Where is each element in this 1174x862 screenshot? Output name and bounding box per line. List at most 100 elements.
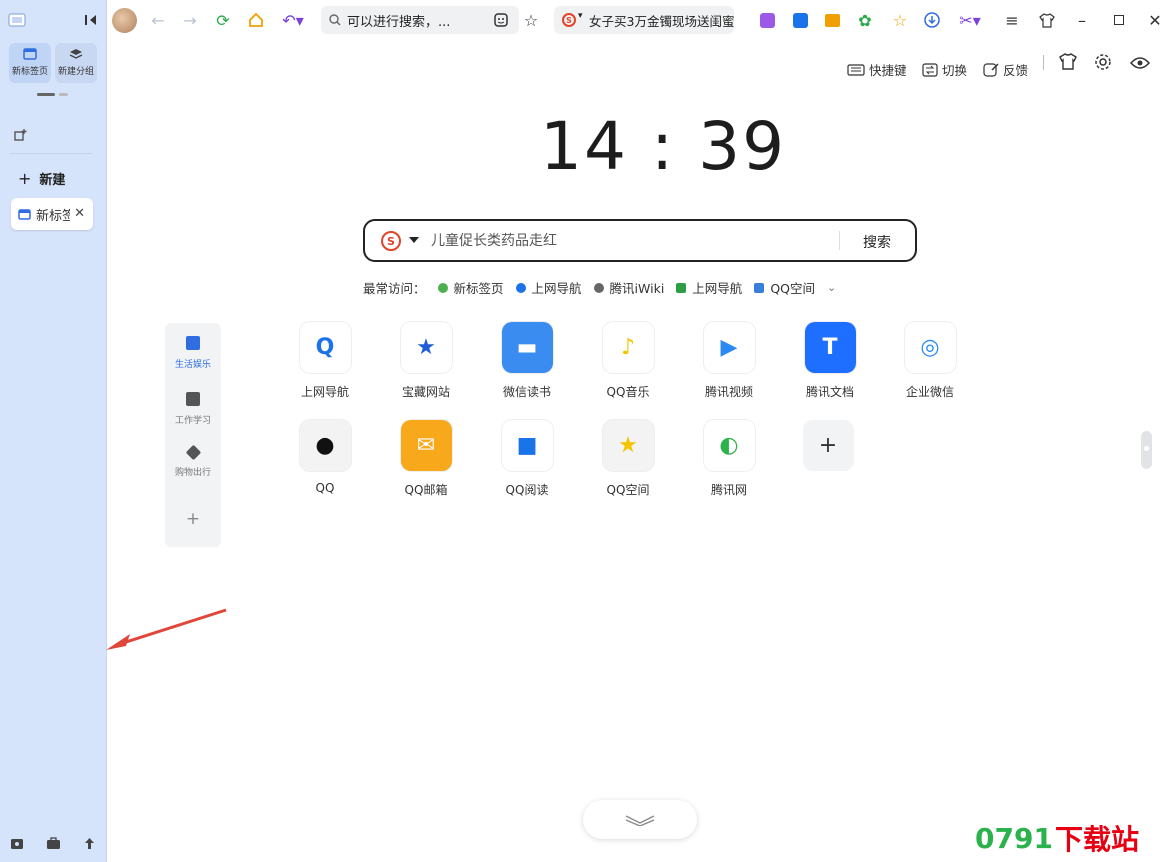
search-input[interactable] <box>431 229 831 252</box>
qzone-star-icon: ★ <box>602 420 654 471</box>
frequent-item-label: 新标签页 <box>453 281 504 296</box>
favorite-star-icon[interactable]: ☆ <box>522 11 540 30</box>
address-bar[interactable]: 可以进行搜索，... <box>321 6 519 34</box>
frequent-item-label: QQ空间 <box>770 281 815 296</box>
app-tile[interactable]: ✉ QQ邮箱 <box>386 420 466 498</box>
new-tab-page-label: 新标签页 <box>11 67 48 77</box>
home-icon[interactable] <box>247 11 265 29</box>
expand-chevron-icon[interactable]: ⌄ <box>827 281 836 294</box>
shortcut-label: 快捷键 <box>869 63 907 78</box>
pin-icon[interactable] <box>83 837 96 850</box>
plus-icon: + <box>18 169 32 188</box>
file-icon[interactable] <box>823 11 841 29</box>
add-app-icon[interactable] <box>14 127 28 146</box>
app-name: 企业微信 <box>905 385 954 399</box>
scroll-handle[interactable] <box>1141 431 1152 469</box>
frequent-item[interactable]: 上网导航 <box>676 278 742 297</box>
favicon-icon <box>593 282 604 293</box>
window-icon[interactable] <box>6 11 28 29</box>
folder-icon[interactable] <box>10 837 24 850</box>
app-tile[interactable]: ● QQ <box>285 420 365 495</box>
puzzle-icon[interactable]: ✿ <box>856 11 874 30</box>
maximize-icon[interactable] <box>1110 11 1128 29</box>
app-tile[interactable]: T 腾讯文档 <box>790 322 870 400</box>
app-tile[interactable]: ▶ 腾讯视频 <box>689 322 769 400</box>
avatar[interactable] <box>112 8 137 33</box>
switch-button[interactable]: 切换 <box>922 60 967 79</box>
minimize-icon[interactable]: – <box>1073 11 1091 30</box>
app-tile[interactable]: Q 上网导航 <box>285 322 365 400</box>
frequent-item[interactable]: 上网导航 <box>515 278 582 297</box>
close-window-icon[interactable]: ✕ <box>1146 11 1164 30</box>
category-work[interactable]: 工作学习 <box>165 392 221 426</box>
app-name: 腾讯视频 <box>704 385 753 399</box>
category-shopping[interactable]: 购物出行 <box>165 444 221 478</box>
app-tile[interactable]: ★ QQ空间 <box>588 420 668 498</box>
app-name: QQ音乐 <box>606 385 650 399</box>
frequent-item-label: 腾讯iWiki <box>609 281 665 296</box>
menu-icon[interactable]: ≡ <box>1003 11 1021 30</box>
annotation-arrow-icon <box>106 608 227 650</box>
scroll-down-button[interactable] <box>583 800 697 839</box>
favicon-icon <box>676 282 687 293</box>
frequent-item[interactable]: 腾讯iWiki <box>593 278 665 297</box>
search-divider <box>839 231 840 250</box>
entertainment-icon <box>186 336 200 350</box>
bookmark-star-icon[interactable]: ☆ <box>891 11 909 30</box>
app-tile[interactable]: ▬ 微信读书 <box>487 322 567 400</box>
extension-pen-icon[interactable] <box>758 11 776 29</box>
collapse-sidebar-icon[interactable] <box>80 11 102 29</box>
app-tile[interactable]: ◎ 企业微信 <box>890 322 970 400</box>
new-tab-row[interactable]: + 新建 <box>18 169 65 188</box>
wecom-icon: ◎ <box>904 322 956 373</box>
clock: 14 : 39 <box>540 108 787 185</box>
app-tile[interactable]: ♪ QQ音乐 <box>588 322 668 400</box>
skin-shirt-icon[interactable] <box>1038 11 1056 29</box>
watermark-number: 0791 <box>975 821 1053 855</box>
frequent-item[interactable]: 新标签页 <box>437 278 504 297</box>
briefcase-icon[interactable] <box>46 837 61 850</box>
forward-icon[interactable]: → <box>181 11 199 30</box>
category-entertainment[interactable]: 生活娱乐 <box>165 336 221 370</box>
add-category-icon[interactable]: + <box>165 509 221 529</box>
undo-icon[interactable]: ↶▾ <box>280 11 306 30</box>
category-panel: 生活娱乐 工作学习 购物出行 + <box>165 323 221 547</box>
new-tab-page-button[interactable]: 新标签页 <box>9 43 51 83</box>
frequent-item-label: 上网导航 <box>692 281 743 296</box>
app-tile[interactable]: ■ QQ阅读 <box>487 420 567 498</box>
wechat-read-icon: ▬ <box>501 322 553 373</box>
tag-icon <box>185 444 201 461</box>
open-tab[interactable]: 新标签 ✕ <box>11 198 93 230</box>
feedback-button[interactable]: 反馈 <box>983 60 1028 79</box>
screenshot-icon[interactable] <box>492 11 510 29</box>
translate-icon[interactable] <box>791 11 809 29</box>
download-icon[interactable] <box>923 11 941 29</box>
favicon-icon <box>437 282 448 293</box>
app-tile[interactable]: ◐ 腾讯网 <box>689 420 769 498</box>
close-tab-icon[interactable]: ✕ <box>74 206 85 221</box>
sidebar: 新标签页 新建分组 + 新建 新标签 ✕ <box>0 0 107 862</box>
app-tile[interactable]: ★ 宝藏网站 <box>386 322 466 400</box>
tab-favicon-icon <box>18 208 31 220</box>
settings-gear-icon[interactable] <box>1094 53 1112 75</box>
add-app-tile[interactable]: + <box>788 420 868 471</box>
theme-shirt-icon[interactable] <box>1059 53 1077 74</box>
shortcut-button[interactable]: 快捷键 <box>847 60 907 79</box>
frequent-item[interactable]: QQ空间 <box>754 278 815 297</box>
search-button[interactable]: 搜索 <box>863 232 891 252</box>
eye-icon[interactable] <box>1129 55 1151 74</box>
new-group-button[interactable]: 新建分组 <box>55 43 97 83</box>
music-note-icon: ♪ <box>602 322 654 373</box>
engine-dropdown-icon[interactable] <box>409 237 419 243</box>
scissors-icon[interactable]: ✂▾ <box>957 11 983 30</box>
dropdown-caret-icon[interactable]: ▾ <box>578 11 583 21</box>
app-name: 上网导航 <box>300 385 349 399</box>
watermark-logo: 0791 下载站 <box>975 818 1139 858</box>
news-ticker[interactable]: S ▾ 女子买3万金镯现场送闺蜜 <box>554 6 734 34</box>
refresh-icon[interactable]: ⟳ <box>214 11 232 30</box>
frequent-item-label: 上网导航 <box>531 281 582 296</box>
back-icon[interactable]: ← <box>149 11 167 30</box>
search-engine-icon[interactable]: S <box>381 231 401 251</box>
treasure-star-icon: ★ <box>400 322 452 373</box>
category-label: 工作学习 <box>174 416 211 426</box>
